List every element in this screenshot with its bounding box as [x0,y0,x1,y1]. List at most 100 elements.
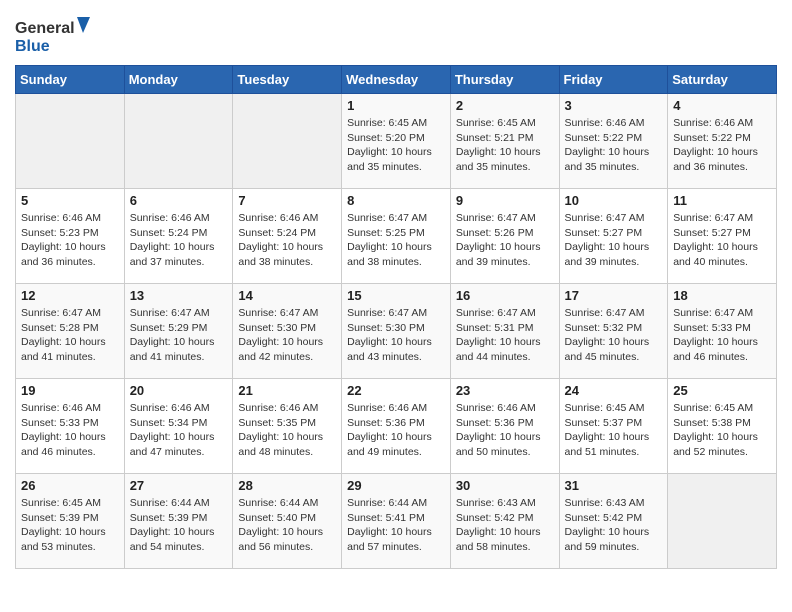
calendar-week-row: 5 Sunrise: 6:46 AMSunset: 5:23 PMDaylight… [16,189,777,284]
weekday-header-thursday: Thursday [450,66,559,94]
calendar-cell: 31 Sunrise: 6:43 AMSunset: 5:42 PMDayligh… [559,474,668,569]
day-number: 8 [347,193,445,208]
weekday-header-monday: Monday [124,66,233,94]
calendar-cell: 21 Sunrise: 6:46 AMSunset: 5:35 PMDayligh… [233,379,342,474]
day-number: 10 [565,193,663,208]
day-number: 9 [456,193,554,208]
calendar-cell: 1 Sunrise: 6:45 AMSunset: 5:20 PMDaylight… [342,94,451,189]
calendar-cell: 23 Sunrise: 6:46 AMSunset: 5:36 PMDayligh… [450,379,559,474]
calendar-cell: 11 Sunrise: 6:47 AMSunset: 5:27 PMDayligh… [668,189,777,284]
day-number: 6 [130,193,228,208]
logo: GeneralBlue [15,15,95,55]
calendar-cell: 22Sunrise: 6:46 AMSunset: 5:36 PMDayligh… [342,379,451,474]
calendar-cell: 3Sunrise: 6:46 AMSunset: 5:22 PMDaylight… [559,94,668,189]
calendar-cell: 29 Sunrise: 6:44 AMSunset: 5:41 PMDayligh… [342,474,451,569]
day-number: 26 [21,478,119,493]
weekday-header-row: SundayMondayTuesdayWednesdayThursdayFrid… [16,66,777,94]
day-detail: Sunrise: 6:46 AMSunset: 5:24 PMDaylight:… [238,211,336,270]
day-number: 2 [456,98,554,113]
calendar-cell: 20Sunrise: 6:46 AMSunset: 5:34 PMDayligh… [124,379,233,474]
calendar-cell: 4 Sunrise: 6:46 AMSunset: 5:22 PMDaylight… [668,94,777,189]
day-number: 5 [21,193,119,208]
logo-icon: GeneralBlue [15,15,95,55]
day-detail: Sunrise: 6:46 AMSunset: 5:33 PMDaylight:… [21,401,119,460]
day-detail: Sunrise: 6:47 AMSunset: 5:29 PMDaylight:… [130,306,228,365]
calendar-cell [16,94,125,189]
day-number: 21 [238,383,336,398]
day-detail: Sunrise: 6:45 AMSunset: 5:38 PMDaylight:… [673,401,771,460]
weekday-header-tuesday: Tuesday [233,66,342,94]
day-number: 31 [565,478,663,493]
weekday-header-saturday: Saturday [668,66,777,94]
calendar-cell: 8Sunrise: 6:47 AMSunset: 5:25 PMDaylight… [342,189,451,284]
day-number: 4 [673,98,771,113]
day-detail: Sunrise: 6:47 AMSunset: 5:27 PMDaylight:… [673,211,771,270]
calendar-cell: 24 Sunrise: 6:45 AMSunset: 5:37 PMDayligh… [559,379,668,474]
day-detail: Sunrise: 6:45 AMSunset: 5:21 PMDaylight:… [456,116,554,175]
day-number: 15 [347,288,445,303]
day-detail: Sunrise: 6:46 AMSunset: 5:36 PMDaylight:… [347,401,445,460]
day-detail: Sunrise: 6:47 AMSunset: 5:32 PMDaylight:… [565,306,663,365]
day-number: 1 [347,98,445,113]
calendar-table: SundayMondayTuesdayWednesdayThursdayFrid… [15,65,777,569]
day-detail: Sunrise: 6:45 AMSunset: 5:37 PMDaylight:… [565,401,663,460]
day-number: 19 [21,383,119,398]
weekday-header-sunday: Sunday [16,66,125,94]
day-detail: Sunrise: 6:44 AMSunset: 5:39 PMDaylight:… [130,496,228,555]
day-number: 28 [238,478,336,493]
calendar-cell: 26Sunrise: 6:45 AMSunset: 5:39 PMDayligh… [16,474,125,569]
calendar-cell: 25 Sunrise: 6:45 AMSunset: 5:38 PMDayligh… [668,379,777,474]
page-header: GeneralBlue [15,15,777,55]
day-number: 7 [238,193,336,208]
day-number: 12 [21,288,119,303]
day-number: 30 [456,478,554,493]
day-number: 23 [456,383,554,398]
day-number: 27 [130,478,228,493]
calendar-cell: 13Sunrise: 6:47 AMSunset: 5:29 PMDayligh… [124,284,233,379]
day-detail: Sunrise: 6:46 AMSunset: 5:36 PMDaylight:… [456,401,554,460]
svg-text:Blue: Blue [15,38,50,55]
weekday-header-wednesday: Wednesday [342,66,451,94]
calendar-week-row: 26Sunrise: 6:45 AMSunset: 5:39 PMDayligh… [16,474,777,569]
day-detail: Sunrise: 6:46 AMSunset: 5:22 PMDaylight:… [565,116,663,175]
day-number: 17 [565,288,663,303]
calendar-cell: 18 Sunrise: 6:47 AMSunset: 5:33 PMDayligh… [668,284,777,379]
calendar-cell: 6 Sunrise: 6:46 AMSunset: 5:24 PMDaylight… [124,189,233,284]
calendar-week-row: 12 Sunrise: 6:47 AMSunset: 5:28 PMDayligh… [16,284,777,379]
day-detail: Sunrise: 6:47 AMSunset: 5:30 PMDaylight:… [238,306,336,365]
day-detail: Sunrise: 6:43 AMSunset: 5:42 PMDaylight:… [565,496,663,555]
svg-text:General: General [15,20,75,37]
day-number: 29 [347,478,445,493]
day-detail: Sunrise: 6:47 AMSunset: 5:33 PMDaylight:… [673,306,771,365]
calendar-cell: 15 Sunrise: 6:47 AMSunset: 5:30 PMDayligh… [342,284,451,379]
day-detail: Sunrise: 6:44 AMSunset: 5:41 PMDaylight:… [347,496,445,555]
calendar-cell [124,94,233,189]
calendar-cell: 12 Sunrise: 6:47 AMSunset: 5:28 PMDayligh… [16,284,125,379]
day-detail: Sunrise: 6:46 AMSunset: 5:35 PMDaylight:… [238,401,336,460]
day-detail: Sunrise: 6:47 AMSunset: 5:26 PMDaylight:… [456,211,554,270]
day-number: 14 [238,288,336,303]
day-detail: Sunrise: 6:44 AMSunset: 5:40 PMDaylight:… [238,496,336,555]
calendar-cell [668,474,777,569]
calendar-week-row: 19 Sunrise: 6:46 AMSunset: 5:33 PMDayligh… [16,379,777,474]
day-detail: Sunrise: 6:47 AMSunset: 5:30 PMDaylight:… [347,306,445,365]
calendar-cell: 5 Sunrise: 6:46 AMSunset: 5:23 PMDaylight… [16,189,125,284]
calendar-cell: 19 Sunrise: 6:46 AMSunset: 5:33 PMDayligh… [16,379,125,474]
day-number: 16 [456,288,554,303]
calendar-cell [233,94,342,189]
day-detail: Sunrise: 6:46 AMSunset: 5:24 PMDaylight:… [130,211,228,270]
day-detail: Sunrise: 6:47 AMSunset: 5:28 PMDaylight:… [21,306,119,365]
day-number: 24 [565,383,663,398]
day-detail: Sunrise: 6:45 AMSunset: 5:20 PMDaylight:… [347,116,445,175]
day-detail: Sunrise: 6:46 AMSunset: 5:22 PMDaylight:… [673,116,771,175]
day-number: 18 [673,288,771,303]
calendar-cell: 10 Sunrise: 6:47 AMSunset: 5:27 PMDayligh… [559,189,668,284]
day-number: 11 [673,193,771,208]
calendar-cell: 30Sunrise: 6:43 AMSunset: 5:42 PMDayligh… [450,474,559,569]
day-number: 20 [130,383,228,398]
day-detail: Sunrise: 6:47 AMSunset: 5:27 PMDaylight:… [565,211,663,270]
day-detail: Sunrise: 6:46 AMSunset: 5:23 PMDaylight:… [21,211,119,270]
calendar-cell: 14 Sunrise: 6:47 AMSunset: 5:30 PMDayligh… [233,284,342,379]
calendar-week-row: 1 Sunrise: 6:45 AMSunset: 5:20 PMDaylight… [16,94,777,189]
day-number: 25 [673,383,771,398]
